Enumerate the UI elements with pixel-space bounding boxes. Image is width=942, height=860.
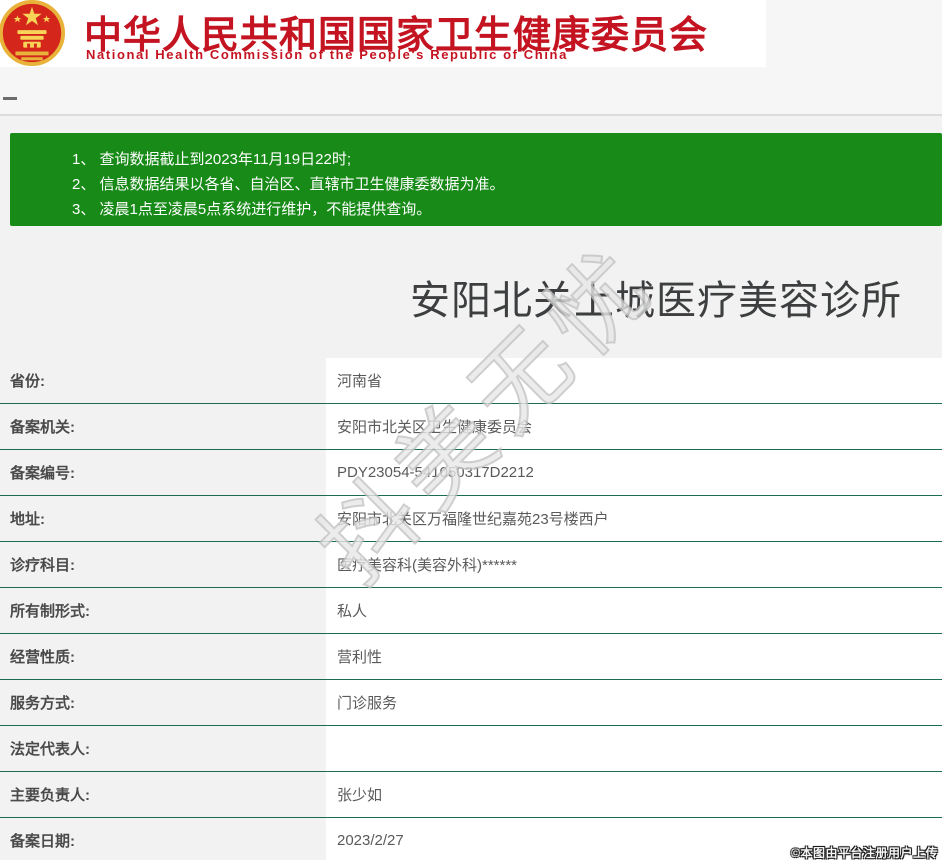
upload-credit-label: ©本图由平台注册用户上传 <box>791 844 938 860</box>
record-label: 备案机关: <box>0 416 326 437</box>
table-row: 地址: 安阳市北关区万福隆世纪嘉苑23号楼西户 <box>0 496 942 542</box>
table-row: 主要负责人: 张少如 <box>0 772 942 818</box>
table-row: 经营性质: 营利性 <box>0 634 942 680</box>
national-emblem-icon <box>0 0 66 68</box>
record-value: 张少如 <box>326 772 942 817</box>
table-row: 法定代表人: <box>0 726 942 772</box>
table-row: 服务方式: 门诊服务 <box>0 680 942 726</box>
record-value: PDY23054-541050317D2212 <box>326 450 942 495</box>
table-row: 省份: 河南省 <box>0 358 942 404</box>
notice-line: 1、 查询数据截止到2023年11月19日22时; <box>72 147 942 172</box>
record-value: 安阳市北关区万福隆世纪嘉苑23号楼西户 <box>326 496 942 541</box>
notice-line: 3、 凌晨1点至凌晨5点系统进行维护，不能提供查询。 <box>72 197 942 222</box>
notice-line: 2、 信息数据结果以各省、自治区、直辖市卫生健康委数据为准。 <box>72 172 942 197</box>
record-label: 备案日期: <box>0 830 326 851</box>
record-label: 地址: <box>0 508 326 529</box>
record-label: 经营性质: <box>0 646 326 667</box>
record-value <box>326 726 942 771</box>
table-row: 所有制形式: 私人 <box>0 588 942 634</box>
record-label: 主要负责人: <box>0 784 326 805</box>
record-label: 服务方式: <box>0 692 326 713</box>
record-label: 所有制形式: <box>0 600 326 621</box>
record-value: 门诊服务 <box>326 680 942 725</box>
record-value: 河南省 <box>326 358 942 403</box>
record-value: 医疗美容科(美容外科)****** <box>326 542 942 587</box>
record-value: 营利性 <box>326 634 942 679</box>
record-label: 诊疗科目: <box>0 554 326 575</box>
record-value: 私人 <box>326 588 942 633</box>
table-row: 备案编号: PDY23054-541050317D2212 <box>0 450 942 496</box>
facility-title: 安阳北关上城医疗美容诊所 <box>410 268 902 326</box>
table-row: 备案机关: 安阳市北关区卫生健康委员会 <box>0 404 942 450</box>
notice-box: 1、 查询数据截止到2023年11月19日22时; 2、 信息数据结果以各省、自… <box>10 133 942 226</box>
header-band: 中华人民共和国国家卫生健康委员会 National Health Commiss… <box>0 0 942 114</box>
stray-dash <box>3 97 17 100</box>
site-title-english: National Health Commission of the People… <box>86 47 568 62</box>
nhc-query-result-page: 中华人民共和国国家卫生健康委员会 National Health Commiss… <box>0 0 942 860</box>
header-divider <box>0 114 942 116</box>
record-value: 安阳市北关区卫生健康委员会 <box>326 404 942 449</box>
table-row: 诊疗科目: 医疗美容科(美容外科)****** <box>0 542 942 588</box>
site-header[interactable]: 中华人民共和国国家卫生健康委员会 National Health Commiss… <box>0 0 766 67</box>
record-table: 省份: 河南省 备案机关: 安阳市北关区卫生健康委员会 备案编号: PDY230… <box>0 358 942 860</box>
record-label: 省份: <box>0 370 326 391</box>
record-label: 备案编号: <box>0 462 326 483</box>
record-label: 法定代表人: <box>0 738 326 759</box>
